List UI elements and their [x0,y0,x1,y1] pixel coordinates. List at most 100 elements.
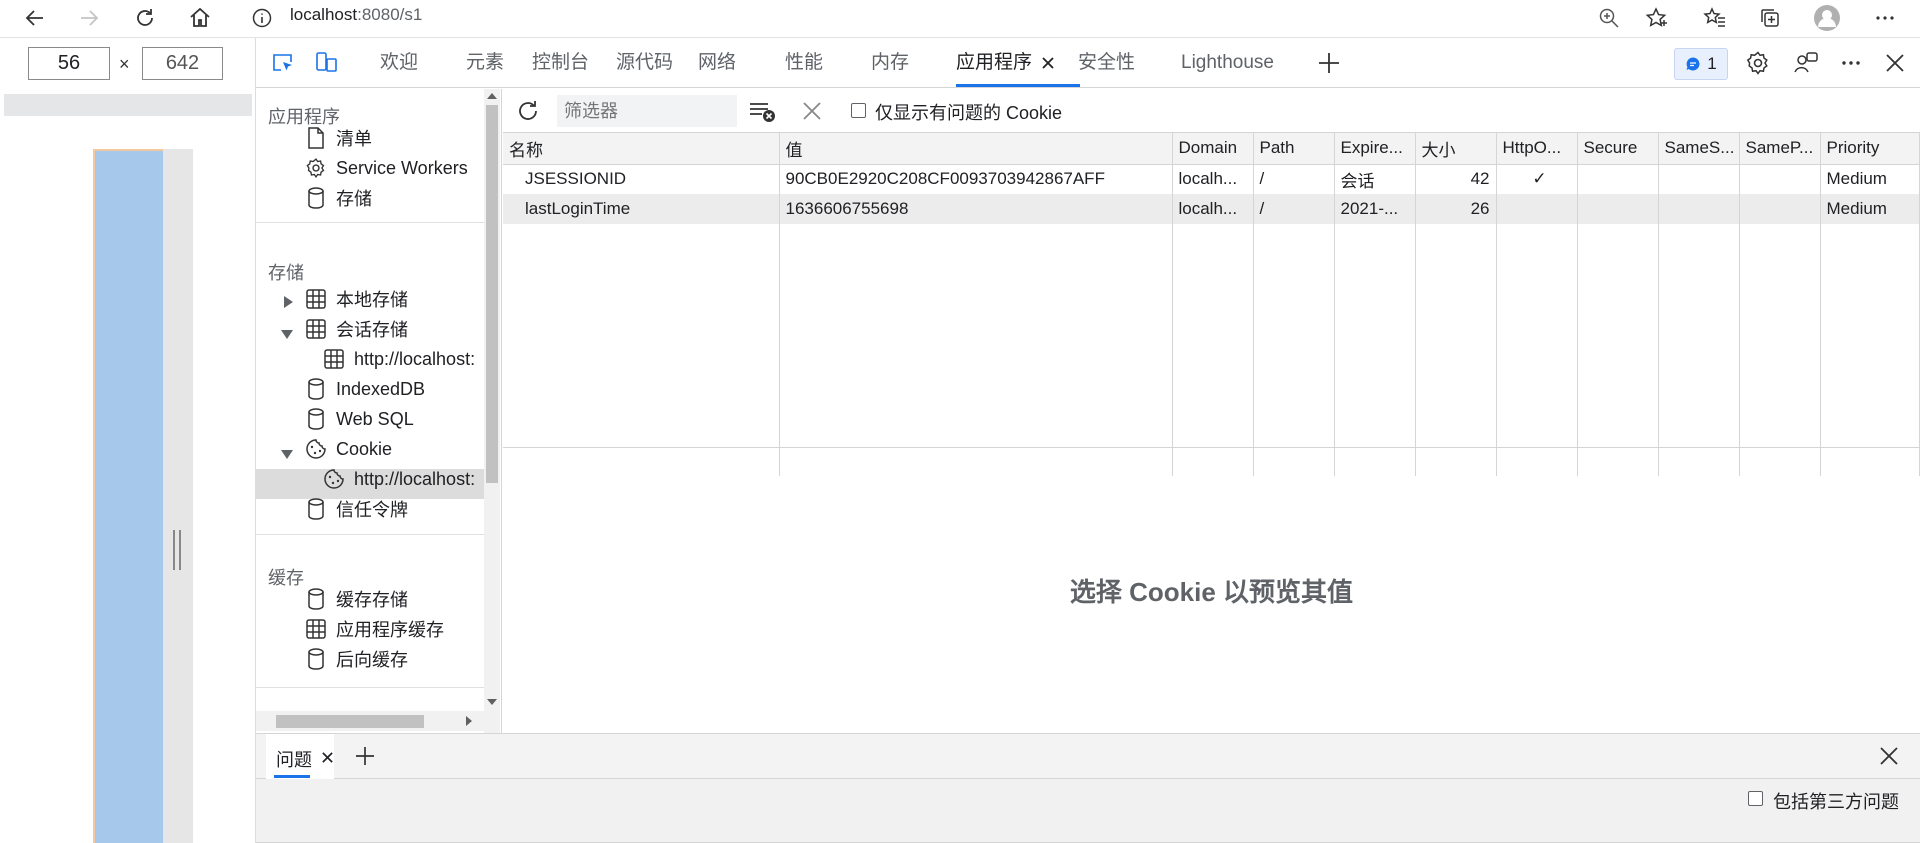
column-header-secure[interactable]: Secure [1577,133,1659,165]
close-drawer-tab-icon[interactable] [312,742,342,772]
forward-arrow-icon[interactable] [74,3,104,33]
sidebar-item-cache-storage[interactable]: 缓存存储 [304,584,408,614]
sidebar-item-indexeddb[interactable]: IndexedDB [304,374,425,404]
dimension-separator: × [119,54,130,74]
site-info-icon[interactable] [247,3,277,33]
column-header-sameparty[interactable]: SameP... [1739,133,1821,165]
database-icon [304,497,328,521]
sidebar-item-label: Web SQL [336,408,414,429]
delete-selected-icon[interactable] [797,96,827,126]
clear-all-cookies-icon[interactable] [747,96,777,126]
cell-samesite [1658,164,1740,194]
device-width-input[interactable]: 56 [28,47,110,80]
cookie-preview-placeholder: 选择 Cookie 以预览其值 [503,447,1920,733]
zoom-icon[interactable] [1594,3,1624,33]
more-tabs-plus-icon[interactable] [1314,48,1344,78]
favorites-icon[interactable] [1700,3,1730,33]
column-header-priority[interactable]: Priority [1820,133,1920,165]
column-header-samesite[interactable]: SameS... [1658,133,1740,165]
sidebar-item-app-cache[interactable]: 应用程序缓存 [304,614,444,644]
refresh-cookies-icon[interactable] [513,96,543,126]
sidebar-item-cookies[interactable]: Cookie [304,434,392,464]
column-header-domain[interactable]: Domain [1172,133,1254,165]
tab-console[interactable]: 控制台 [532,38,589,88]
more-options-icon[interactable] [1870,3,1900,33]
device-height-input[interactable]: 642 [142,47,223,80]
sidebar-item-label: http://localhost: [354,348,476,369]
drawer-tab-label: 问题 [276,750,312,770]
sidebar-item-manifest[interactable]: 清单 [304,123,372,153]
device-viewport [93,149,163,843]
scroll-up-arrow-icon[interactable] [487,93,497,99]
add-favorite-icon[interactable] [1641,3,1671,33]
cookie-filter-input[interactable] [557,95,737,127]
application-sidebar: 应用程序 清单 Service Workers 存储 存储 本地存储 会话存储 … [256,89,502,733]
cell-sameparty [1739,194,1821,224]
sidebar-item-back-forward-cache[interactable]: 后向缓存 [304,644,408,674]
feedback-icon[interactable] [1791,48,1821,78]
cell-size: 42 [1415,164,1497,194]
sidebar-item-trust-tokens[interactable]: 信任令牌 [304,494,408,524]
collections-icon[interactable] [1755,3,1785,33]
column-header-expires[interactable]: Expire... [1334,133,1416,165]
only-issues-checkbox[interactable] [851,103,866,118]
device-resize-handle[interactable] [173,530,181,570]
tab-application[interactable]: 应用程序 [956,38,1032,88]
devtools-more-icon[interactable] [1836,48,1866,78]
issues-badge[interactable]: 1 [1674,48,1728,80]
tab-elements[interactable]: 元素 [466,38,504,88]
add-drawer-tab-icon[interactable] [350,741,380,771]
address-bar[interactable]: localhost:8080/s1 [290,5,422,25]
collapse-arrow-icon[interactable] [281,450,293,459]
profile-avatar-icon[interactable] [1812,3,1842,33]
sidebar-item-local-storage[interactable]: 本地存储 [304,284,408,314]
sidebar-item-websql[interactable]: Web SQL [304,404,414,434]
grid-table-icon [304,317,328,341]
column-header-value[interactable]: 值 [779,133,1173,165]
grid-table-icon [304,617,328,641]
tab-welcome[interactable]: 欢迎 [380,38,418,88]
home-icon[interactable] [185,3,215,33]
tab-sources[interactable]: 源代码 [616,38,673,88]
close-tab-icon[interactable] [1033,48,1063,78]
scrollbar-thumb[interactable] [276,715,424,728]
expand-arrow-icon[interactable] [284,296,293,308]
back-arrow-icon[interactable] [20,3,50,33]
sidebar-item-storage-overview[interactable]: 存储 [304,183,372,213]
refresh-icon[interactable] [130,3,160,33]
tab-security[interactable]: 安全性 [1078,38,1135,88]
third-party-issues-checkbox[interactable] [1748,791,1763,806]
sidebar-item-cookie-origin[interactable]: http://localhost: [322,464,475,494]
sidebar-item-service-workers[interactable]: Service Workers [304,153,468,183]
sidebar-item-session-storage[interactable]: 会话存储 [304,314,408,344]
table-row[interactable]: JSESSIONID 90CB0E2920C208CF0093703942867… [503,164,1920,194]
tab-lighthouse[interactable]: Lighthouse [1181,38,1274,88]
scroll-down-arrow-icon[interactable] [487,699,497,705]
sidebar-vertical-scrollbar[interactable] [484,89,500,733]
inspect-element-icon[interactable] [268,48,298,78]
tab-memory[interactable]: 内存 [871,38,909,88]
table-row[interactable]: lastLoginTime 1636606755698 localh... / … [503,194,1920,224]
database-icon [304,647,328,671]
sidebar-item-session-origin[interactable]: http://localhost: [322,344,475,374]
device-toolbar-icon[interactable] [311,48,341,78]
close-devtools-icon[interactable] [1880,48,1910,78]
scroll-right-arrow-icon[interactable] [466,716,472,726]
cell-priority: Medium [1820,194,1920,224]
column-header-name[interactable]: 名称 [503,133,780,165]
column-header-size[interactable]: 大小 [1415,133,1497,165]
cell-path: / [1253,194,1335,224]
database-icon [304,587,328,611]
cell-name: lastLoginTime [503,194,780,224]
tab-performance[interactable]: 性能 [785,38,823,88]
collapse-arrow-icon[interactable] [281,330,293,339]
column-header-path[interactable]: Path [1253,133,1335,165]
sidebar-item-label: Service Workers [336,157,468,178]
close-drawer-icon[interactable] [1874,741,1904,771]
browser-toolbar: localhost:8080/s1 [0,0,1920,38]
sidebar-horizontal-scrollbar[interactable] [256,711,484,731]
column-header-httponly[interactable]: HttpO... [1496,133,1578,165]
tab-network[interactable]: 网络 [698,38,736,88]
settings-gear-icon[interactable] [1743,48,1773,78]
scrollbar-thumb[interactable] [486,105,498,483]
